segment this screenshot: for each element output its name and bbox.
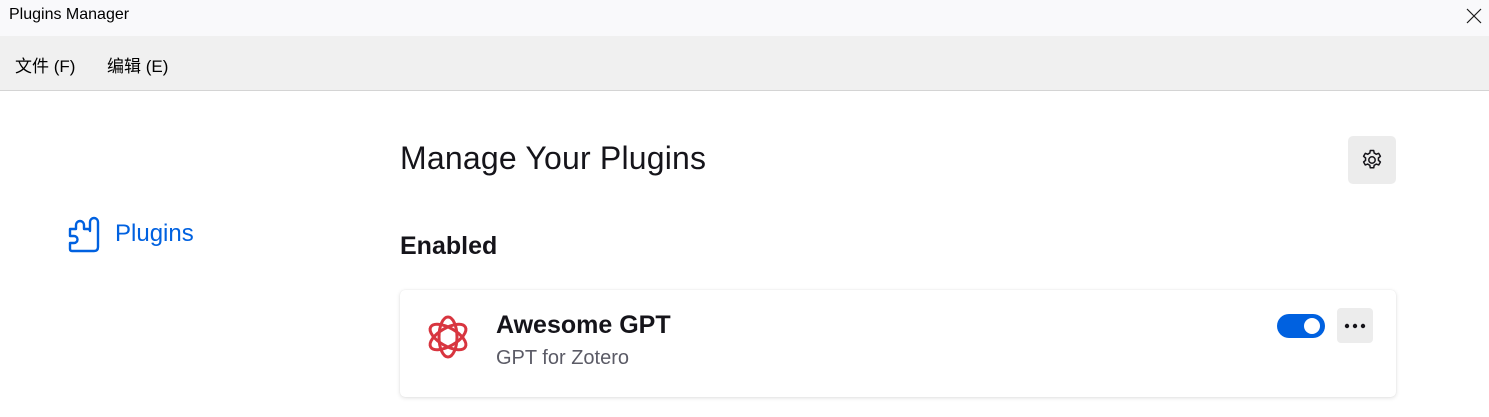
sidebar-item-plugins[interactable]: Plugins — [66, 214, 216, 254]
page-title: Manage Your Plugins — [400, 140, 707, 176]
plugin-name: Awesome GPT — [496, 311, 671, 339]
toggle-knob — [1304, 318, 1320, 334]
plugin-enable-toggle[interactable] — [1277, 314, 1325, 338]
gear-icon — [1362, 149, 1382, 169]
more-options-button[interactable] — [1337, 308, 1373, 343]
openai-logo-icon — [428, 315, 468, 359]
title-bar: Plugins Manager — [0, 0, 1489, 36]
menu-edit[interactable]: 编辑 (E) — [107, 52, 168, 77]
close-button[interactable] — [1458, 0, 1489, 32]
settings-button[interactable] — [1348, 136, 1396, 184]
sidebar-item-label: Plugins — [115, 220, 194, 247]
close-icon — [1466, 8, 1481, 24]
plugin-card[interactable]: Awesome GPT GPT for Zotero — [400, 290, 1396, 397]
menu-file[interactable]: 文件 (F) — [15, 52, 75, 77]
plugin-description: GPT for Zotero — [496, 347, 630, 369]
puzzle-piece-icon — [68, 216, 100, 253]
window-title: Plugins Manager — [9, 6, 130, 23]
section-heading-enabled: Enabled — [400, 232, 498, 260]
more-options-icon — [1344, 323, 1366, 328]
menu-bar: 文件 (F) 编辑 (E) — [0, 36, 1489, 91]
